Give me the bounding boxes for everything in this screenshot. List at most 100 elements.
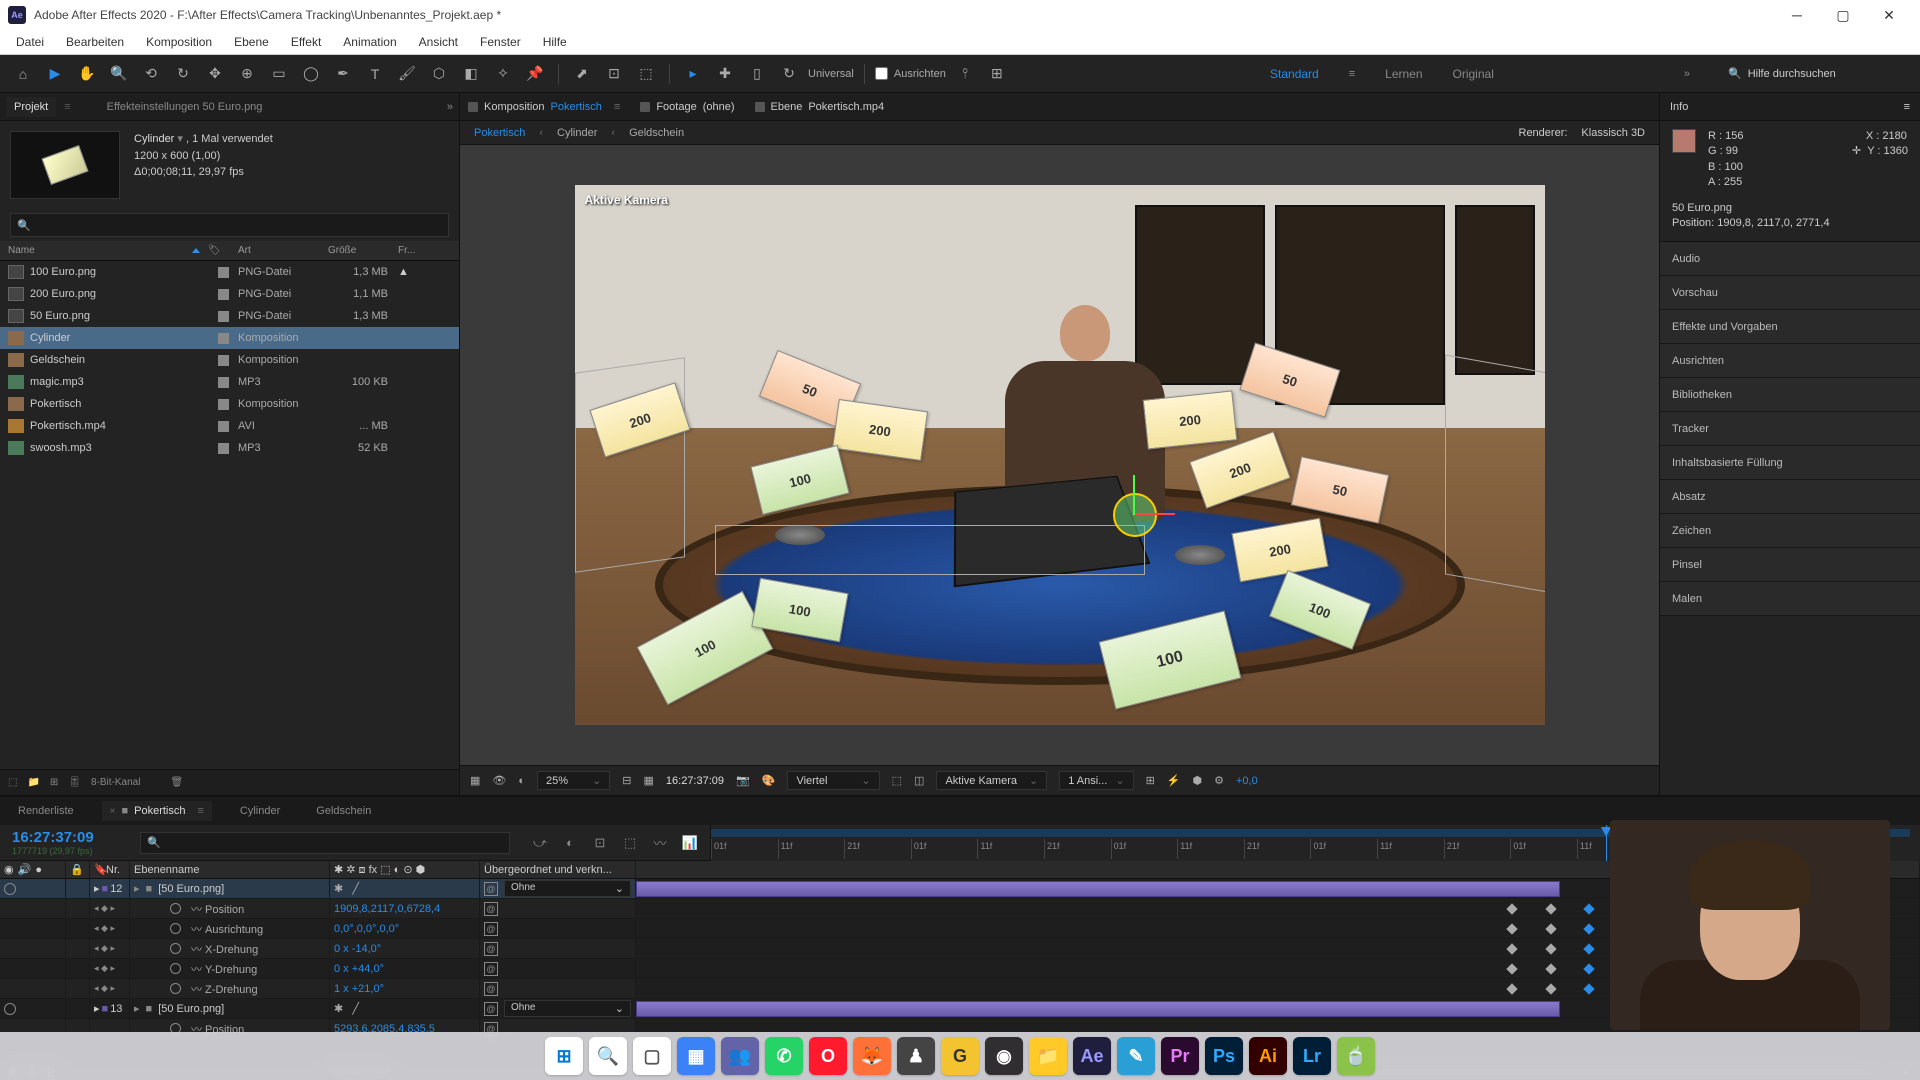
channel-icon[interactable]: 👁 [492, 774, 506, 787]
transform-gizmo[interactable] [1105, 485, 1165, 545]
fast-icon[interactable]: ⚡ [1167, 774, 1181, 787]
taskbar-app1[interactable]: ♟ [897, 1037, 935, 1075]
timeline-search[interactable]: 🔍 [140, 832, 510, 854]
panel-tracker[interactable]: Tracker [1660, 412, 1920, 446]
project-list[interactable]: 100 Euro.pngPNG-Datei1,3 MB▲200 Euro.png… [0, 261, 459, 769]
res-icon[interactable]: ⊟ [622, 774, 631, 787]
panel-audio[interactable]: Audio [1660, 242, 1920, 276]
eraser-tool[interactable]: ◧ [458, 61, 484, 87]
menu-bearbeiten[interactable]: Bearbeiten [56, 32, 134, 52]
menu-ansicht[interactable]: Ansicht [409, 32, 468, 52]
taskbar-opera[interactable]: O [809, 1037, 847, 1075]
taskbar-ae[interactable]: Ae [1073, 1037, 1111, 1075]
taskbar-lr[interactable]: Lr [1293, 1037, 1331, 1075]
info-panel-title[interactable]: Info [1670, 101, 1688, 113]
bit-depth[interactable]: 8-Bit-Kanal [91, 777, 140, 788]
camera-tool[interactable]: ✥ [202, 61, 228, 87]
align-checkbox[interactable] [875, 67, 888, 80]
draft-icon[interactable]: ⚙ [1214, 774, 1224, 787]
minimize-button[interactable]: ─ [1774, 0, 1820, 30]
taskbar-widgets[interactable]: ▦ [677, 1037, 715, 1075]
taskbar-pr[interactable]: Pr [1161, 1037, 1199, 1075]
project-item[interactable]: PokertischKomposition [0, 393, 459, 415]
resolution-select[interactable]: Viertel ⌄ [787, 771, 879, 790]
taskbar-ps[interactable]: Ps [1205, 1037, 1243, 1075]
frame-blend-icon[interactable]: ⊡ [590, 833, 610, 853]
home-tool[interactable]: ⌂ [10, 61, 36, 87]
3d-icon[interactable]: ⬢ [1192, 774, 1202, 787]
view-axis-tool[interactable]: ⬚ [633, 61, 659, 87]
comp-tab[interactable]: Komposition Pokertisch ≡ [468, 101, 620, 113]
workspace-standard[interactable]: Standard [1270, 67, 1319, 81]
taskbar-app4[interactable]: 🍵 [1337, 1037, 1375, 1075]
menu-datei[interactable]: Datei [6, 32, 54, 52]
menu-komposition[interactable]: Komposition [136, 32, 222, 52]
panel-ausrichten[interactable]: Ausrichten [1660, 344, 1920, 378]
graph-editor-icon[interactable]: 📊 [680, 833, 700, 853]
project-item[interactable]: CylinderKomposition [0, 327, 459, 349]
hand-tool[interactable]: ✋ [74, 61, 100, 87]
panel-absatz[interactable]: Absatz [1660, 480, 1920, 514]
timeline-tab[interactable]: Cylinder [232, 801, 288, 821]
project-search[interactable]: 🔍 [10, 213, 449, 237]
maximize-button[interactable]: ▢ [1820, 0, 1866, 30]
project-item[interactable]: 200 Euro.pngPNG-Datei1,1 MB [0, 283, 459, 305]
color-icon[interactable]: 🎨 [762, 774, 776, 787]
timeline-tab[interactable]: × ■ Pokertisch ≡ [102, 801, 212, 821]
cursor-icon[interactable]: ▸ [680, 61, 706, 87]
workspace-learn[interactable]: Lernen [1385, 67, 1422, 81]
panel-menu-icon[interactable]: ≡ [1904, 101, 1910, 113]
folder-icon[interactable]: 📁 [27, 777, 39, 788]
taskbar-obs[interactable]: ◉ [985, 1037, 1023, 1075]
taskbar-explorer[interactable]: 📁 [1029, 1037, 1067, 1075]
snapshot-icon[interactable]: 📷 [736, 774, 750, 787]
breadcrumb-item[interactable]: Geldschein [629, 127, 684, 139]
views-select[interactable]: 1 Ansi... ⌄ [1059, 771, 1133, 790]
view-select[interactable]: Aktive Kamera ⌄ [936, 771, 1047, 790]
panel-effekte-und-vorgaben[interactable]: Effekte und Vorgaben [1660, 310, 1920, 344]
project-item[interactable]: 50 Euro.pngPNG-Datei1,3 MB [0, 305, 459, 327]
taskbar-teams[interactable]: 👥 [721, 1037, 759, 1075]
taskbar-taskview[interactable]: ▢ [633, 1037, 671, 1075]
taskbar-search[interactable]: 🔍 [589, 1037, 627, 1075]
timeline-tab[interactable]: Geldschein [308, 801, 379, 821]
ellipse-tool[interactable]: ◯ [298, 61, 324, 87]
trash-icon[interactable]: 🗑 [170, 777, 183, 788]
sort-arrow-icon[interactable] [192, 248, 200, 253]
box-icon[interactable]: ▯ [744, 61, 770, 87]
comp-tab[interactable]: Footage (ohne) [640, 101, 734, 113]
anchor-tool[interactable]: ⊕ [234, 61, 260, 87]
snap-icon[interactable]: ⫯ [952, 61, 978, 87]
grid-icon[interactable]: ▦ [644, 774, 654, 787]
world-axis-tool[interactable]: ⊡ [601, 61, 627, 87]
project-tab[interactable]: Projekt [6, 97, 56, 117]
panel-bibliotheken[interactable]: Bibliotheken [1660, 378, 1920, 412]
breadcrumb-item[interactable]: Cylinder [557, 127, 597, 139]
add-icon[interactable]: ✚ [712, 61, 738, 87]
project-item[interactable]: 100 Euro.pngPNG-Datei1,3 MB▲ [0, 261, 459, 283]
renderer-value[interactable]: Klassisch 3D [1581, 127, 1645, 139]
panel-malen[interactable]: Malen [1660, 582, 1920, 616]
panel-vorschau[interactable]: Vorschau [1660, 276, 1920, 310]
taskbar-app2[interactable]: G [941, 1037, 979, 1075]
project-item[interactable]: GeldscheinKomposition [0, 349, 459, 371]
panel-zeichen[interactable]: Zeichen [1660, 514, 1920, 548]
menu-hilfe[interactable]: Hilfe [533, 32, 577, 52]
menu-ebene[interactable]: Ebene [224, 32, 279, 52]
project-item[interactable]: swoosh.mp3MP352 KB [0, 437, 459, 459]
alpha-icon[interactable]: ▦ [470, 774, 480, 787]
project-item[interactable]: Pokertisch.mp4AVI... MB [0, 415, 459, 437]
menu-animation[interactable]: Animation [333, 32, 406, 52]
panel-pinsel[interactable]: Pinsel [1660, 548, 1920, 582]
current-time[interactable]: 16:27:37:09 1777719 (29,97 fps) [0, 829, 140, 856]
comp-icon[interactable]: ⊞ [50, 777, 58, 788]
close-button[interactable]: ✕ [1866, 0, 1912, 30]
zoom-level[interactable]: 25% ⌄ [537, 771, 610, 790]
project-item[interactable]: magic.mp3MP3100 KB [0, 371, 459, 393]
local-axis-tool[interactable]: ⬈ [569, 61, 595, 87]
interpret-icon[interactable]: ⬚ [8, 777, 17, 788]
composition-viewer[interactable]: 200 50 200 100 100 100 200 50 200 50 200… [460, 145, 1659, 765]
taskbar-whatsapp[interactable]: ✆ [765, 1037, 803, 1075]
stamp-tool[interactable]: ⬡ [426, 61, 452, 87]
panel-inhaltsbasierte-füllung[interactable]: Inhaltsbasierte Füllung [1660, 446, 1920, 480]
